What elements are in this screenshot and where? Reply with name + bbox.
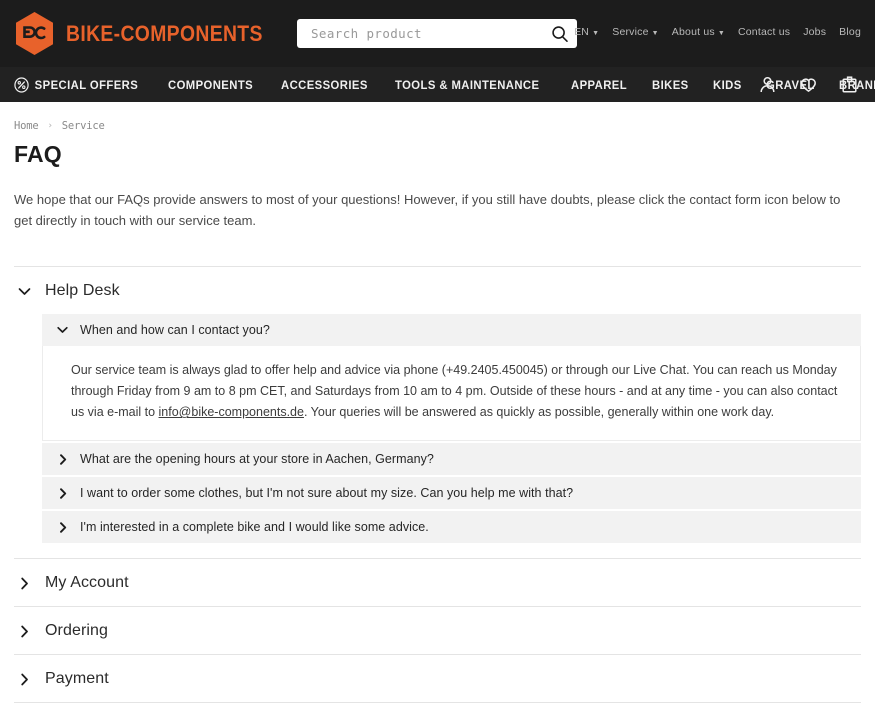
chevron-right-icon xyxy=(57,521,68,533)
faq-question-header[interactable]: What are the opening hours at your store… xyxy=(42,443,861,476)
faq-answer-part2: . Your queries will be answered as quick… xyxy=(303,405,775,420)
utility-link-service[interactable]: Service ▼ xyxy=(612,26,659,38)
utility-link-label: About us xyxy=(671,26,715,38)
chevron-right-icon xyxy=(18,577,31,590)
faq-item-contact: When and how can I contact you? Our serv… xyxy=(42,314,861,442)
utility-link-label: Service xyxy=(612,26,649,38)
search-bar[interactable] xyxy=(297,19,577,48)
faq-question-label: I'm interested in a complete bike and I … xyxy=(80,520,429,535)
faq-item-complete-bike: I'm interested in a complete bike and I … xyxy=(42,511,861,544)
faq-item-clothing-size: I want to order some clothes, but I'm no… xyxy=(42,477,861,510)
chevron-right-icon xyxy=(57,453,68,465)
faq-question-label: I want to order some clothes, but I'm no… xyxy=(80,486,574,501)
faq-category-payment: Payment xyxy=(14,655,861,704)
main-navigation: SPECIAL OFFERS COMPONENTS ACCESSORIES TO… xyxy=(0,67,875,102)
bc-hexagon-icon xyxy=(14,11,55,56)
faq-category-label: Ordering xyxy=(45,622,109,640)
page-title: FAQ xyxy=(14,141,62,167)
faq-category-label: Help Desk xyxy=(45,282,120,300)
faq-category-label: My Account xyxy=(45,574,129,592)
faq-category-returns-warranty: Returns & Warranty Claims xyxy=(14,703,861,714)
faq-category-body: When and how can I contact you? Our serv… xyxy=(14,314,861,558)
shopping-bag-icon[interactable] xyxy=(840,75,859,94)
page-intro-text: We hope that our FAQs provide answers to… xyxy=(14,192,841,229)
breadcrumb-separator-icon: › xyxy=(47,121,53,131)
faq-category-ordering: Ordering xyxy=(14,607,861,656)
nav-item-components[interactable]: COMPONENTS xyxy=(168,78,253,92)
utility-link-about-us[interactable]: About us ▼ xyxy=(672,26,725,38)
faq-category-header[interactable]: My Account xyxy=(14,559,861,606)
faq-category-header[interactable]: Payment xyxy=(14,655,861,702)
nav-item-special-offers[interactable]: SPECIAL OFFERS xyxy=(14,76,139,93)
site-header: BIKE-COMPONENTS EN ▼ Service ▼ About us … xyxy=(0,0,875,67)
faq-item-opening-hours: What are the opening hours at your store… xyxy=(42,443,861,476)
page-content: Home › Service FAQ We hope that our FAQs… xyxy=(0,102,875,714)
chevron-down-icon xyxy=(57,326,68,334)
faq-category-header[interactable]: Help Desk xyxy=(14,267,861,314)
faq-question-header[interactable]: When and how can I contact you? xyxy=(42,314,861,347)
nav-item-tools-maintenance[interactable]: TOOLS & MAINTENANCE xyxy=(395,78,539,92)
nav-item-apparel[interactable]: APPAREL xyxy=(571,78,627,92)
search-input[interactable] xyxy=(309,25,551,42)
chevron-right-icon xyxy=(57,487,68,499)
chevron-right-icon xyxy=(18,625,31,638)
search-icon[interactable] xyxy=(551,25,569,43)
faq-category-help-desk: Help Desk When and how can I contact you… xyxy=(14,267,861,560)
site-logo[interactable]: BIKE-COMPONENTS xyxy=(14,11,290,56)
support-email-link[interactable]: info@bike-components.de xyxy=(159,405,304,419)
account-icon[interactable] xyxy=(758,75,777,94)
utility-link-language[interactable]: EN ▼ xyxy=(574,26,599,38)
nav-item-accessories[interactable]: ACCESSORIES xyxy=(281,78,368,92)
faq-question-header[interactable]: I want to order some clothes, but I'm no… xyxy=(42,477,861,510)
breadcrumb-item-home[interactable]: Home xyxy=(14,120,39,132)
utility-link-contact-us[interactable]: Contact us xyxy=(738,26,790,38)
nav-item-label: SPECIAL OFFERS xyxy=(34,77,139,92)
nav-item-kids[interactable]: KIDS xyxy=(713,78,742,92)
chevron-down-icon xyxy=(18,287,31,296)
chevron-down-icon: ▼ xyxy=(651,29,659,37)
breadcrumb-item-service[interactable]: Service xyxy=(62,120,105,132)
utility-link-blog[interactable]: Blog xyxy=(839,26,861,38)
breadcrumb: Home › Service xyxy=(14,102,861,132)
chevron-down-icon: ▼ xyxy=(717,29,725,37)
chevron-right-icon xyxy=(18,673,31,686)
chevron-down-icon: ▼ xyxy=(592,29,600,37)
faq-answer-panel: Our service team is always glad to offer… xyxy=(42,346,861,442)
wishlist-heart-icon[interactable] xyxy=(799,75,818,94)
faq-question-label: What are the opening hours at your store… xyxy=(80,452,434,467)
site-logo-text: BIKE-COMPONENTS xyxy=(66,20,263,46)
nav-item-bikes[interactable]: BIKES xyxy=(652,78,689,92)
faq-category-my-account: My Account xyxy=(14,559,861,608)
faq-category-header[interactable]: Ordering xyxy=(14,607,861,654)
header-action-icons xyxy=(758,75,859,94)
utility-nav: EN ▼ Service ▼ About us ▼ Contact us Job… xyxy=(574,26,861,38)
faq-category-header[interactable]: Returns & Warranty Claims xyxy=(14,703,861,714)
faq-question-label: When and how can I contact you? xyxy=(80,323,270,338)
faq-answer-text: Our service team is always glad to offer… xyxy=(71,360,840,423)
faq-category-label: Payment xyxy=(45,670,109,688)
utility-link-jobs[interactable]: Jobs xyxy=(803,26,826,38)
faq-question-header[interactable]: I'm interested in a complete bike and I … xyxy=(42,511,861,544)
utility-link-label: EN xyxy=(574,26,590,38)
percent-circle-icon xyxy=(14,76,29,93)
